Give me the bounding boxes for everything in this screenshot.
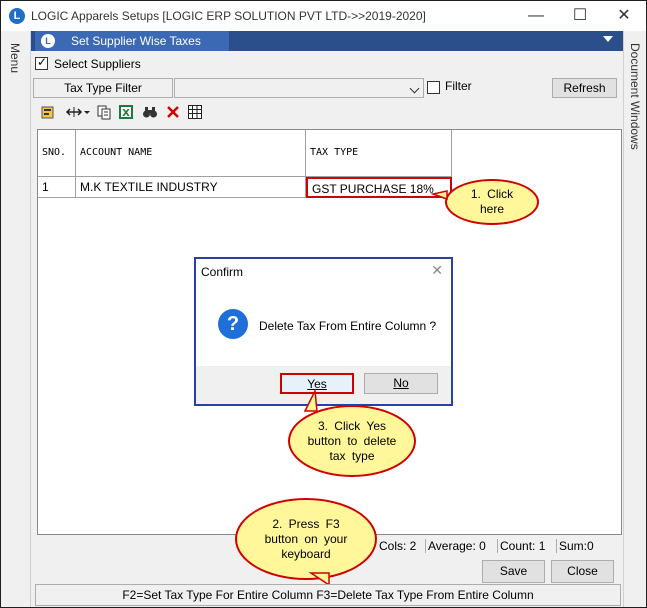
status-count: Count: 1 <box>497 539 547 553</box>
grid-toolbar: X <box>35 102 621 124</box>
document-windows-sidebar[interactable]: Document Windows <box>623 31 646 607</box>
refresh-button[interactable]: Refresh <box>552 78 617 98</box>
callout-1-tail <box>430 190 448 201</box>
no-button-label: No <box>393 376 409 390</box>
delete-icon[interactable] <box>164 104 182 122</box>
no-button[interactable]: No <box>364 373 438 394</box>
column-header-tax-type[interactable]: TAX TYPE <box>306 130 452 177</box>
window-title: LOGIC Apparels Setups [LOGIC ERP SOLUTIO… <box>31 9 426 23</box>
select-suppliers-label: Select Suppliers <box>54 57 141 71</box>
callout-click-here: 1. Click here <box>445 179 539 225</box>
edit-icon[interactable] <box>39 104 57 122</box>
question-icon: ? <box>218 309 248 339</box>
menu-sidebar-label: Menu <box>8 43 22 74</box>
yes-button-label: Yes <box>307 377 327 391</box>
dialog-footer: Yes No <box>196 366 451 404</box>
cell-sno[interactable]: 1 <box>38 177 76 198</box>
cell-tax-type[interactable]: GST PURCHASE 18% <box>306 177 452 198</box>
callout-click-yes-text: 3. Click Yes button to delete tax type <box>307 418 397 463</box>
app-window: L LOGIC Apparels Setups [LOGIC ERP SOLUT… <box>0 0 647 608</box>
shortcut-hint-bar: F2=Set Tax Type For Entire Column F3=Del… <box>35 584 621 606</box>
find-icon[interactable] <box>141 104 159 122</box>
status-cols: Cols: 2 <box>379 539 417 553</box>
close-window-button[interactable]: ✕ <box>602 1 646 31</box>
tax-type-filter-combo[interactable] <box>174 78 424 98</box>
filter-checkbox[interactable] <box>427 81 440 94</box>
tab-label: Set Supplier Wise Taxes <box>71 34 201 48</box>
column-header-account-name[interactable]: ACCOUNT NAME <box>76 130 306 177</box>
document-windows-label: Document Windows <box>628 43 642 150</box>
copy-icon[interactable] <box>95 104 113 122</box>
save-button[interactable]: Save <box>482 560 545 583</box>
svg-text:X: X <box>122 108 130 119</box>
tab-set-supplier-wise-taxes[interactable]: L Set Supplier Wise Taxes <box>35 31 229 51</box>
maximize-button[interactable]: ☐ <box>558 1 602 31</box>
title-bar: L LOGIC Apparels Setups [LOGIC ERP SOLUT… <box>1 1 646 31</box>
app-logo-icon: L <box>9 8 25 24</box>
confirm-dialog: Confirm ✕ ? Delete Tax From Entire Colum… <box>194 257 453 406</box>
column-header-sno[interactable]: SNO. <box>38 130 76 177</box>
status-average: Average: 0 <box>425 539 488 553</box>
minimize-button[interactable]: — <box>514 1 558 31</box>
tab-dropdown-icon[interactable] <box>603 36 613 42</box>
dialog-close-icon[interactable]: ✕ <box>431 262 443 279</box>
chevron-down-icon[interactable] <box>409 83 420 94</box>
tab-strip: L Set Supplier Wise Taxes <box>31 31 623 51</box>
select-suppliers-checkbox[interactable] <box>35 55 48 70</box>
grid-status-bar: Cols: 2 Average: 0 Count: 1 Sum:0 <box>37 537 622 557</box>
callout-click-yes: 3. Click Yes button to delete tax type <box>288 405 416 477</box>
status-sum: Sum:0 <box>556 539 596 553</box>
callout-click-here-text: 1. Click here <box>470 187 514 216</box>
grid-icon[interactable] <box>186 104 204 122</box>
tab-logo-icon: L <box>41 34 55 48</box>
excel-icon[interactable]: X <box>117 104 135 122</box>
close-button[interactable]: Close <box>551 560 614 583</box>
cell-account-name[interactable]: M.K TEXTILE INDUSTRY <box>76 177 306 198</box>
filter-label: Filter <box>445 79 472 93</box>
tax-type-filter-label: Tax Type Filter <box>33 78 173 98</box>
menu-sidebar[interactable]: Menu <box>1 31 31 607</box>
dialog-title: Confirm <box>201 265 244 279</box>
dialog-message: Delete Tax From Entire Column ? <box>259 319 437 333</box>
column-width-icon[interactable] <box>65 104 91 122</box>
